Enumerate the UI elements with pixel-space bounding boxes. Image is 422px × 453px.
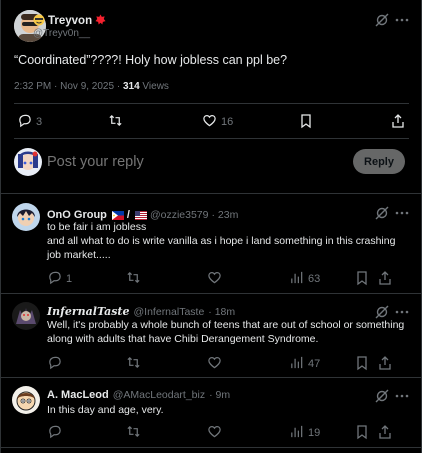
reply-input[interactable] [47,151,327,173]
bookmark-icon[interactable] [353,423,371,441]
reply-like-action[interactable] [207,424,226,442]
reply-author-handle[interactable]: @AMacLeodart_biz [113,389,205,401]
share-icon[interactable] [376,423,394,441]
reply-like-action[interactable] [207,355,226,373]
reply-views-count: 19 [308,427,321,439]
reply-header: A. MacLeod @AMacLeodart_biz · 9m [47,389,230,401]
post-repost-action[interactable] [108,113,127,131]
bookmark-icon[interactable] [353,354,371,372]
post-author-emoji-icon [33,14,45,29]
bookmark-icon[interactable] [353,269,371,287]
like-icon [202,113,217,131]
reply-views-count: 47 [308,358,321,370]
post-meta: 2:32 PM · Nov 9, 2025 · 314 Views [14,81,169,92]
post-like-action[interactable]: 16 [202,113,233,131]
conversation-panel: Treyvon @Treyv0n__ “Coordinated”????! Ho… [0,0,422,453]
post-views-label: Views [139,81,169,92]
reply-views-action[interactable]: 47 [289,355,320,373]
divider [1,377,421,378]
divider [1,193,421,194]
like-icon [207,270,222,288]
repost-icon [126,424,141,442]
reply-reply-action[interactable] [47,355,66,373]
post-author-name[interactable]: Treyvon [48,15,92,27]
post-text: “Coordinated”????! Holy how jobless can … [14,53,288,67]
repost-icon [126,270,141,288]
reply-icon [47,270,62,288]
reply-text: to be fair i am jobless and all what to … [47,221,396,261]
reply-button[interactable]: Reply [353,149,405,174]
like-icon [207,355,222,373]
reply-text: In this day and age, very. [47,404,164,416]
repost-icon [126,355,141,373]
share-icon[interactable] [376,354,394,372]
reply-views-action[interactable]: 19 [289,424,320,442]
reply-author-name[interactable]: A. MacLeod [47,389,109,401]
views-icon [289,355,304,373]
reply-author-name[interactable]: InfernalTaste [47,305,130,318]
views-icon [289,424,304,442]
post-like-count: 16 [221,116,234,128]
reply-time[interactable]: · 18m [208,306,235,318]
reply-repost-action[interactable] [126,424,145,442]
reply-icon [47,424,62,442]
like-icon [207,424,222,442]
reply-icon [17,113,32,131]
post-reply-action[interactable]: 3 [17,113,42,131]
share-icon[interactable] [389,112,407,130]
divider [14,103,409,104]
post-author-handle[interactable]: @Treyv0n__ [33,28,90,39]
post-timestamp[interactable]: 2:32 PM · Nov 9, 2025 · [14,81,123,92]
reply-time[interactable]: · 9m [209,389,230,401]
reply-repost-action[interactable] [126,355,145,373]
divider [1,447,421,448]
reply-reply-count: 1 [66,273,73,285]
views-icon [289,270,304,288]
reply-reply-action[interactable]: 1 [47,270,72,288]
reply-text: Well, it's probably a whole bunch of tee… [47,319,405,345]
divider [14,138,409,139]
repost-icon [108,113,123,131]
post-reply-count: 3 [36,116,43,128]
share-icon[interactable] [376,269,394,287]
reply-icon [47,355,62,373]
reply-avatar[interactable] [12,386,40,414]
reply-avatar[interactable] [12,302,40,330]
divider [1,293,421,294]
composer-avatar [14,148,42,176]
grok-icon[interactable] [373,11,391,29]
bookmark-icon[interactable] [297,112,315,130]
reply-like-action[interactable] [207,270,226,288]
reply-repost-action[interactable] [126,270,145,288]
reply-header: InfernalTaste @InfernalTaste · 18m [47,305,235,318]
more-icon[interactable] [393,11,411,29]
reply-reply-action[interactable] [47,424,66,442]
reply-avatar[interactable] [12,203,40,231]
reply-author-handle[interactable]: @InfernalTaste [134,306,205,318]
reply-views-action[interactable]: 63 [289,270,320,288]
reply-views-count: 63 [308,273,321,285]
verified-badge-icon [95,12,106,30]
post-views-count: 314 [122,81,140,92]
